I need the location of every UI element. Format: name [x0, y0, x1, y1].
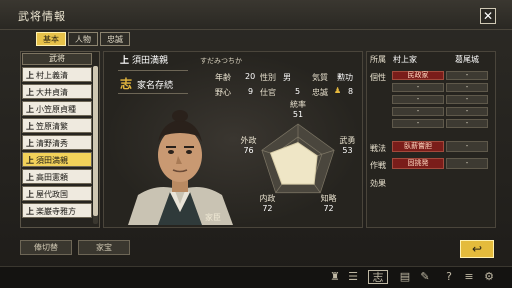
ability-radar: 統率51武勇53知略72内政72外政76: [241, 100, 356, 213]
officer-list-name: 須田満親: [36, 156, 68, 165]
gear-icon[interactable]: ⚙: [482, 270, 496, 284]
officer-kana: すだみつちか: [200, 57, 242, 65]
strategy-extra: -: [446, 158, 488, 169]
stat-label-ambition: 野心: [215, 88, 231, 97]
castle-value: 葛尾城: [455, 55, 479, 64]
trait-cell[interactable]: -: [446, 107, 488, 116]
trait-cell[interactable]: -: [446, 119, 488, 128]
stat-label-temper: 気質: [312, 73, 328, 82]
list-scroll-thumb[interactable]: [93, 66, 98, 216]
officer-list-item[interactable]: 上高田憲頼: [22, 169, 92, 184]
officer-list-item[interactable]: 上須田満親: [22, 152, 92, 167]
officer-list-mark: 上: [26, 88, 34, 97]
officer-list-mark: 上: [26, 156, 34, 165]
back-button[interactable]: ↩: [460, 240, 494, 258]
radar-axis-value: 53: [342, 146, 352, 155]
family-goal: 家名存続: [137, 81, 174, 91]
edit-icon[interactable]: ✎: [418, 270, 432, 284]
radar-axis-label: 内政: [259, 193, 275, 203]
counter-icon[interactable]: ☰: [346, 270, 360, 284]
tactics-value[interactable]: 臥薪嘗胆: [392, 141, 444, 152]
stat-label-service: 仕官: [260, 88, 276, 97]
trait-cell[interactable]: -: [446, 71, 488, 80]
radar-axis-label: 外政: [241, 135, 257, 145]
radar-axis-label: 統率: [290, 100, 306, 109]
officer-list-name: 小笠原貞種: [36, 105, 76, 114]
stat-value-service: 5: [295, 87, 301, 96]
trait-cell[interactable]: -: [392, 83, 444, 92]
officer-list-name: 屋代政国: [36, 190, 68, 199]
radar-axis-label: 武勇: [339, 135, 355, 145]
scroll-icon[interactable]: 志: [368, 270, 388, 284]
tactics-label: 戦法: [370, 144, 386, 153]
officer-list-name: 高田憲頼: [36, 173, 68, 182]
strategy-value[interactable]: 固挑発: [392, 158, 444, 169]
radar-axis-value: 72: [323, 204, 333, 213]
list-icon[interactable]: ▤: [398, 270, 412, 284]
trait-cell[interactable]: 民政家: [392, 71, 444, 80]
officer-list-name: 大井貞清: [36, 88, 68, 97]
stat-value-ambition: 9: [248, 87, 254, 96]
clan-value: 村上家: [393, 55, 417, 64]
stat-value-age: 20: [245, 72, 256, 81]
radar-axis-value: 51: [293, 110, 303, 119]
radar-axis-value: 72: [262, 204, 272, 213]
stat-value-gender: 男: [283, 73, 291, 82]
officer-mark: 上: [120, 56, 130, 66]
trait-cell[interactable]: -: [446, 95, 488, 104]
officer-list-header: 武将: [22, 53, 92, 65]
radar-axis-label: 知略: [321, 193, 337, 203]
trait-cell[interactable]: -: [392, 95, 444, 104]
officer-name: 上須田満親: [120, 53, 168, 66]
officer-list-mark: 上: [26, 173, 34, 182]
stat-label-gender: 性別: [260, 73, 276, 82]
officer-list-item[interactable]: 上大井貞清: [22, 84, 92, 99]
officer-list-item[interactable]: 上村上義清: [22, 67, 92, 82]
chess-icon[interactable]: ♜: [328, 270, 342, 284]
ambition-icon: 志: [120, 77, 133, 91]
officer-list-name: 村上義清: [36, 71, 68, 80]
tactics-extra: -: [446, 141, 488, 152]
officer-list-item[interactable]: 上小笠原貞種: [22, 101, 92, 116]
officer-list-mark: 上: [26, 190, 34, 199]
loyalty-icon: ♟: [334, 86, 342, 95]
strategy-label: 作戦: [370, 161, 386, 170]
tab-loyalty[interactable]: 忠誠: [100, 32, 130, 46]
officer-list-mark: 上: [26, 207, 34, 216]
stat-label-loyalty: 忠誠: [312, 88, 328, 97]
officer-list-mark: 上: [26, 139, 34, 148]
window-title: 武将情報: [18, 10, 66, 23]
officer-list-name: 楽巌寺雅方: [36, 207, 76, 216]
stat-label-age: 年齢: [215, 73, 231, 82]
rank-change-button[interactable]: 俸切替: [20, 240, 72, 255]
officer-name-text: 須田満親: [132, 56, 169, 66]
tab-person[interactable]: 人物: [68, 32, 98, 46]
tab-basic[interactable]: 基本: [36, 32, 66, 46]
officer-list-mark: 上: [26, 105, 34, 114]
effects-label: 効果: [370, 179, 386, 188]
officer-list-mark: 上: [26, 122, 34, 131]
officer-list-name: 清野清秀: [36, 139, 68, 148]
trait-cell[interactable]: -: [392, 107, 444, 116]
trait-cell[interactable]: -: [392, 119, 444, 128]
help-icon[interactable]: ?: [442, 270, 456, 284]
menu-icon[interactable]: ≡: [462, 270, 476, 284]
officer-list-item[interactable]: 上屋代政国: [22, 186, 92, 201]
officer-list-item[interactable]: 上笠原清繁: [22, 118, 92, 133]
radar-axis-value: 76: [243, 146, 253, 155]
officer-list-item[interactable]: 上清野清秀: [22, 135, 92, 150]
officer-list-mark: 上: [26, 71, 34, 80]
bottom-toolbar: [0, 266, 512, 288]
traits-label: 個性: [370, 73, 386, 82]
title-bar: [0, 0, 512, 30]
family-treasure-button[interactable]: 家宝: [78, 240, 130, 255]
stat-value-loyalty: 8: [348, 87, 354, 96]
portrait-caption: 家臣: [205, 213, 221, 222]
close-button[interactable]: ✕: [480, 8, 496, 24]
clan-label: 所属: [370, 55, 386, 64]
trait-cell[interactable]: -: [446, 83, 488, 92]
officer-list-item[interactable]: 上楽巌寺雅方: [22, 203, 92, 218]
officer-list-name: 笠原清繁: [36, 122, 68, 131]
stat-value-temper: 勲功: [337, 73, 353, 82]
